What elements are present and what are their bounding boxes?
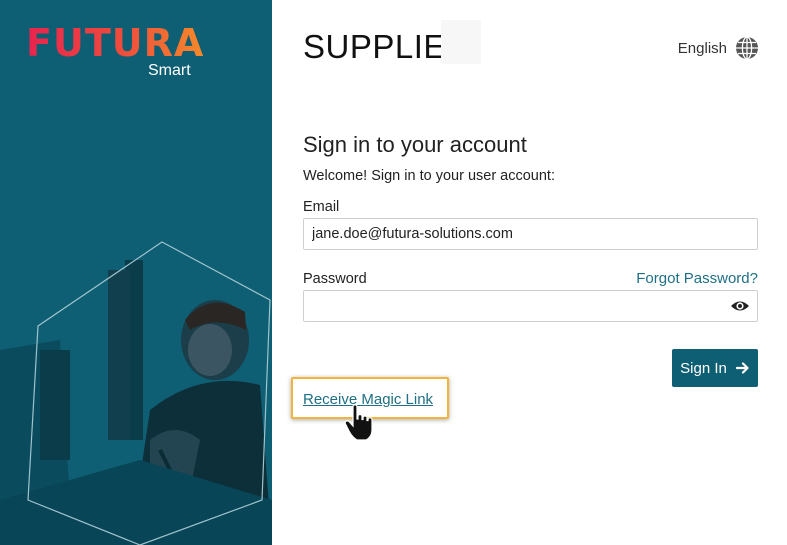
language-label: English [677,39,727,57]
forgot-password-link[interactable]: Forgot Password? [636,270,758,287]
globe-icon [736,36,758,60]
language-selector[interactable]: English [678,36,759,60]
email-label: Email [303,199,340,215]
hero-illustration [0,241,272,545]
brand-panel: FUTURA Smart [0,0,272,545]
hand-cursor-icon [344,404,373,441]
arrow-right-icon [735,362,749,374]
signin-heading: Sign in to your account [303,132,527,157]
logo-wordmark: FUTURA [26,21,205,65]
sign-in-button[interactable]: Sign In [672,349,758,387]
logo-subtitle: Smart [148,62,191,79]
password-label: Password [303,271,367,287]
title-background-patch [441,20,481,64]
eye-icon[interactable] [730,297,750,315]
password-field[interactable] [303,290,758,322]
welcome-text: Welcome! Sign in to your user account: [303,168,555,184]
email-field[interactable] [303,218,758,250]
sign-in-label: Sign In [680,359,727,377]
